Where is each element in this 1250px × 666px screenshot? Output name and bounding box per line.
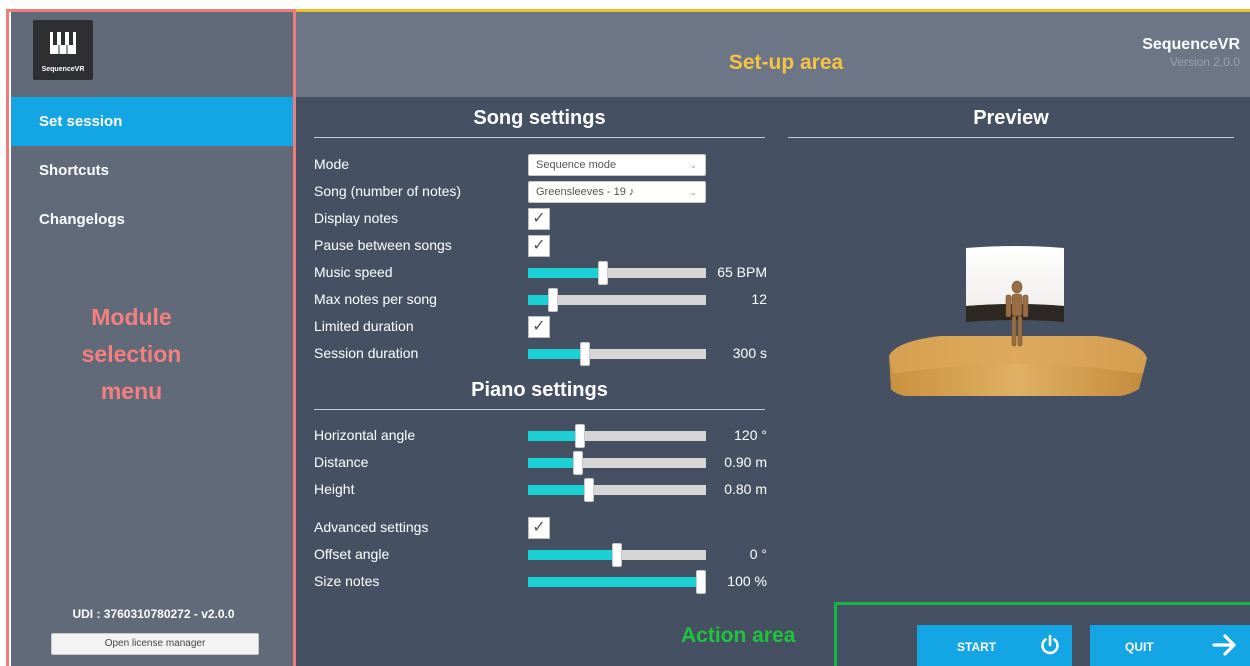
slider-handle[interactable]: [547, 288, 558, 312]
app-logo: SequenceVR: [33, 20, 93, 80]
offset-angle-value: 0 °: [749, 546, 767, 562]
max-notes-label: Max notes per song: [314, 291, 437, 307]
slider-fill: [528, 431, 580, 441]
slider-handle[interactable]: [583, 478, 594, 502]
sidebar-item-label: Shortcuts: [39, 162, 110, 179]
display-notes-checkbox[interactable]: ✓: [528, 208, 550, 230]
slider-handle[interactable]: [612, 543, 622, 567]
slider-fill: [528, 349, 585, 359]
slider-handle[interactable]: [574, 424, 585, 448]
preview-title: Preview: [973, 107, 1049, 129]
session-duration-label: Session duration: [314, 345, 419, 361]
song-label: Song (number of notes): [314, 183, 462, 199]
offset-angle-slider[interactable]: [528, 543, 706, 567]
display-notes-label: Display notes: [314, 210, 399, 226]
pause-between-songs-label: Pause between songs: [314, 237, 452, 253]
preview-scene: [889, 246, 1147, 396]
chevron-down-icon: ⌄: [689, 187, 697, 197]
size-notes-slider[interactable]: [528, 570, 706, 594]
piano-icon: [50, 32, 76, 54]
mode-select-value: Sequence mode: [536, 159, 617, 171]
slider-handle[interactable]: [696, 570, 706, 594]
header: Set-up area SequenceVR Version 2.0.0: [296, 11, 1250, 97]
height-slider[interactable]: [528, 478, 706, 502]
open-license-manager-button[interactable]: Open license manager: [51, 633, 259, 655]
slider-handle[interactable]: [579, 342, 590, 366]
app-version: Version 2.0.0: [1169, 55, 1240, 69]
slider-handle[interactable]: [572, 451, 583, 475]
sidebar-item-shortcuts[interactable]: Shortcuts: [11, 146, 296, 195]
pause-between-songs-checkbox[interactable]: ✓: [528, 235, 550, 257]
advanced-settings-checkbox[interactable]: ✓: [528, 517, 550, 539]
advanced-settings-label: Advanced settings: [314, 519, 429, 535]
height-label: Height: [314, 481, 355, 497]
annotation-line: menu: [100, 378, 163, 404]
slider-fill: [528, 268, 603, 278]
distance-slider[interactable]: [528, 451, 706, 475]
size-notes-value: 100 %: [727, 573, 767, 589]
chevron-down-icon: ⌄: [689, 160, 697, 170]
mode-label: Mode: [314, 156, 350, 172]
max-notes-value: 12: [751, 291, 767, 307]
music-speed-label: Music speed: [314, 264, 393, 280]
sidebar-item-label: Changelogs: [39, 211, 125, 228]
mode-select[interactable]: Sequence mode ⌄: [528, 154, 706, 176]
sidebar-item-label: Set session: [39, 113, 123, 130]
slider-fill: [528, 550, 617, 560]
slider-handle[interactable]: [597, 261, 608, 285]
limited-duration-checkbox[interactable]: ✓: [528, 316, 550, 338]
distance-label: Distance: [314, 454, 369, 470]
horizontal-angle-value: 120 °: [734, 427, 767, 443]
annotation-line: Module: [91, 304, 172, 330]
divider: [314, 137, 765, 138]
setup-area-outline: [296, 9, 1250, 12]
session-duration-value: 300 s: [732, 345, 767, 361]
music-speed-value: 65 BPM: [717, 264, 767, 280]
song-select[interactable]: Greensleeves - 19 ♪ ⌄: [528, 181, 706, 203]
app-window: SequenceVR Set session Shortcuts Changel…: [0, 0, 1250, 666]
sidebar: SequenceVR Set session Shortcuts Changel…: [11, 11, 296, 666]
action-area-outline: [834, 602, 1250, 666]
slider-fill: [528, 577, 706, 587]
session-duration-slider[interactable]: [528, 342, 706, 366]
udi-label: UDI : 3760310780272 - v2.0.0: [72, 607, 235, 621]
main-panel: Song settings Preview Mode Sequence mode…: [296, 97, 1250, 666]
horizontal-angle-slider[interactable]: [528, 424, 706, 448]
song-select-value: Greensleeves - 19 ♪: [536, 186, 635, 198]
max-notes-slider[interactable]: [528, 288, 706, 312]
slider-fill: [528, 458, 578, 468]
limited-duration-label: Limited duration: [314, 318, 414, 334]
divider: [788, 137, 1234, 138]
sidebar-item-changelogs[interactable]: Changelogs: [11, 195, 296, 244]
divider: [314, 409, 765, 410]
horizontal-angle-label: Horizontal angle: [314, 427, 416, 443]
module-selection-annotation: Module selection menu: [11, 299, 252, 410]
song-settings-title: Song settings: [473, 107, 606, 129]
offset-angle-label: Offset angle: [314, 546, 390, 562]
piano-settings-title: Piano settings: [471, 379, 608, 401]
height-value: 0.80 m: [724, 481, 767, 497]
size-notes-label: Size notes: [314, 573, 380, 589]
app-name: SequenceVR: [1142, 36, 1240, 53]
sidebar-item-set-session[interactable]: Set session: [11, 97, 296, 146]
setup-area-annotation: Set-up area: [728, 51, 844, 74]
slider-fill: [528, 485, 589, 495]
music-speed-slider[interactable]: [528, 261, 706, 285]
action-area-annotation: Action area: [681, 624, 796, 647]
annotation-line: selection: [81, 341, 182, 367]
logo-text: SequenceVR: [41, 66, 85, 73]
distance-value: 0.90 m: [724, 454, 767, 470]
